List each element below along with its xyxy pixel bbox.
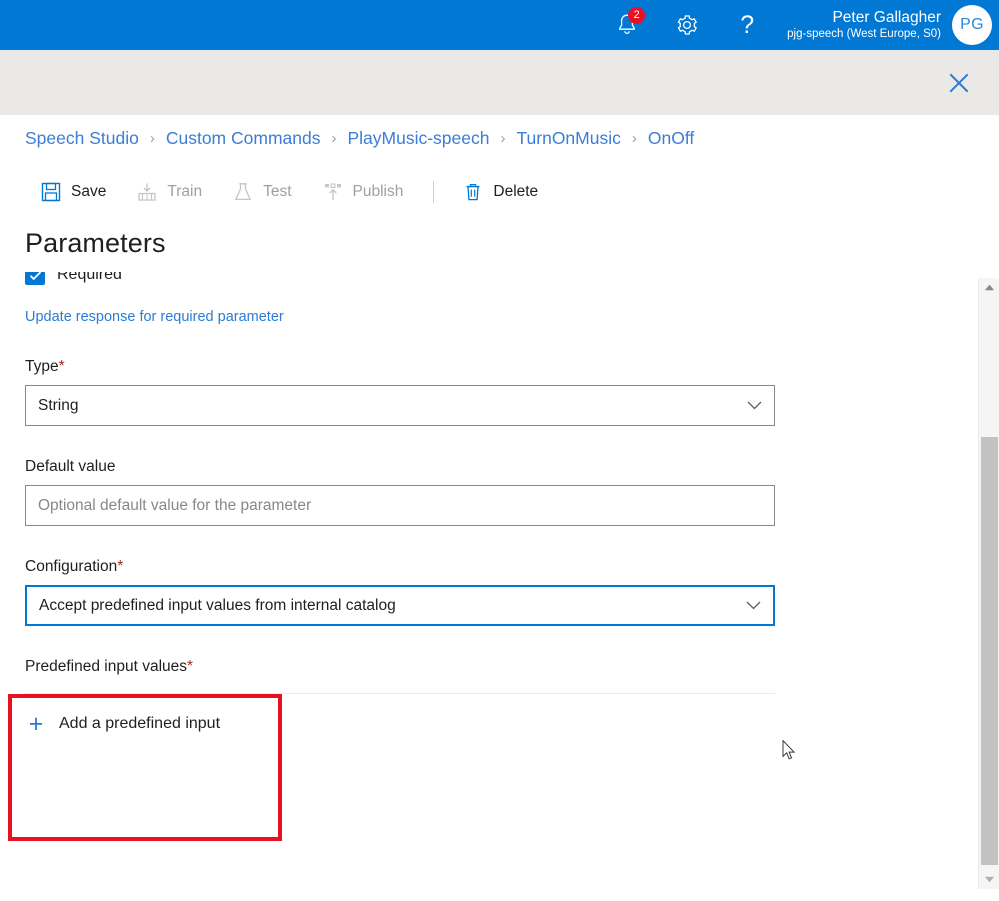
breadcrumb-item-custom-commands[interactable]: Custom Commands bbox=[166, 128, 321, 149]
test-label: Test bbox=[263, 183, 292, 200]
app-window: 2 ? Peter Gallagher pjg-speech (West Eur… bbox=[0, 0, 999, 901]
configuration-label: Configuration* bbox=[25, 558, 952, 576]
breadcrumb-separator: › bbox=[500, 130, 506, 147]
breadcrumb: Speech Studio › Custom Commands › PlayMu… bbox=[0, 115, 999, 162]
delete-button[interactable]: Delete bbox=[452, 172, 548, 212]
notifications-button[interactable]: 2 bbox=[597, 0, 657, 50]
breadcrumb-separator: › bbox=[149, 130, 155, 147]
section-divider bbox=[25, 693, 775, 694]
predefined-input-values-label: Predefined input values* bbox=[25, 658, 952, 676]
train-icon bbox=[136, 181, 158, 203]
chevron-up-icon bbox=[984, 284, 995, 291]
scrollbar-thumb[interactable] bbox=[981, 437, 998, 865]
checkmark-icon bbox=[29, 272, 41, 280]
type-label-text: Type bbox=[25, 358, 59, 375]
required-checkbox[interactable] bbox=[25, 272, 45, 285]
publish-label: Publish bbox=[352, 183, 404, 200]
page-title: Parameters bbox=[25, 228, 166, 258]
save-icon bbox=[40, 181, 62, 203]
delete-label: Delete bbox=[493, 183, 539, 200]
header-icon-group: 2 ? Peter Gallagher pjg-speech (West Eur… bbox=[597, 0, 999, 50]
type-label: Type* bbox=[25, 358, 952, 376]
chevron-down-icon bbox=[746, 401, 762, 410]
test-flask-icon bbox=[232, 181, 254, 203]
update-response-link-row: Update response for required parameter bbox=[0, 308, 977, 326]
default-value-label: Default value bbox=[25, 458, 116, 475]
train-label: Train bbox=[167, 183, 203, 200]
breadcrumb-item-turnonmusic[interactable]: TurnOnMusic bbox=[516, 128, 620, 149]
required-checkbox-label: Required bbox=[57, 272, 122, 283]
add-predefined-input-button[interactable]: + Add a predefined input bbox=[25, 707, 952, 741]
save-label: Save bbox=[71, 183, 107, 200]
scroll-up-button[interactable] bbox=[979, 278, 999, 297]
settings-button[interactable] bbox=[657, 0, 717, 50]
default-value-input[interactable]: Optional default value for the parameter bbox=[38, 497, 762, 515]
save-button[interactable]: Save bbox=[30, 172, 116, 212]
predefined-input-values-label-text: Predefined input values bbox=[25, 658, 188, 675]
configuration-required-marker: * bbox=[117, 558, 124, 575]
scroll-down-button[interactable] bbox=[979, 870, 999, 889]
default-value-field-group: Default value Optional default value for… bbox=[0, 458, 977, 526]
chevron-down-icon bbox=[984, 876, 995, 883]
configuration-label-text: Configuration bbox=[25, 558, 118, 575]
breadcrumb-separator: › bbox=[331, 130, 337, 147]
notification-badge: 2 bbox=[628, 7, 646, 24]
configuration-field-group: Configuration* Accept predefined input v… bbox=[0, 558, 977, 626]
global-header: 2 ? Peter Gallagher pjg-speech (West Eur… bbox=[0, 0, 999, 50]
help-button[interactable]: ? bbox=[717, 0, 777, 50]
breadcrumb-item-playmusic-speech[interactable]: PlayMusic-speech bbox=[347, 128, 489, 149]
vertical-scrollbar[interactable] bbox=[978, 278, 999, 889]
user-text-block: Peter Gallagher pjg-speech (West Europe,… bbox=[787, 8, 952, 42]
predefined-required-marker: * bbox=[187, 658, 194, 675]
type-dropdown[interactable]: String bbox=[25, 385, 775, 426]
toolbar-divider bbox=[433, 181, 435, 203]
command-toolbar: Save Train Test Publish Delete bbox=[0, 168, 999, 216]
chevron-down-icon bbox=[745, 601, 761, 610]
update-response-link[interactable]: Update response for required parameter bbox=[25, 309, 284, 325]
plus-icon: + bbox=[28, 709, 44, 738]
parameters-scroll-region: Required Update response for required pa… bbox=[0, 272, 977, 890]
breadcrumb-separator: › bbox=[631, 130, 637, 147]
user-subscription: pjg-speech (West Europe, S0) bbox=[787, 28, 941, 40]
breadcrumb-item-speech-studio[interactable]: Speech Studio bbox=[25, 128, 139, 149]
train-button[interactable]: Train bbox=[126, 172, 212, 212]
parameters-form: Required Update response for required pa… bbox=[0, 272, 977, 741]
type-field-group: Type* String bbox=[0, 358, 977, 426]
type-required-marker: * bbox=[58, 358, 65, 375]
publish-button[interactable]: Publish bbox=[312, 172, 414, 212]
predefined-input-values-group: Predefined input values* + Add a predefi… bbox=[0, 658, 977, 741]
mouse-cursor bbox=[782, 739, 796, 766]
configuration-dropdown-value: Accept predefined input values from inte… bbox=[39, 596, 396, 614]
add-predefined-input-label: Add a predefined input bbox=[59, 715, 221, 732]
close-button[interactable] bbox=[931, 55, 987, 111]
close-icon bbox=[949, 73, 969, 92]
help-icon: ? bbox=[740, 10, 755, 39]
avatar[interactable]: PG bbox=[952, 5, 992, 45]
user-name: Peter Gallagher bbox=[832, 9, 941, 26]
required-checkbox-row[interactable]: Required bbox=[0, 272, 977, 292]
trash-icon bbox=[462, 181, 484, 203]
gear-icon bbox=[677, 15, 698, 35]
publish-icon bbox=[322, 181, 344, 203]
test-button[interactable]: Test bbox=[222, 172, 301, 212]
user-menu[interactable]: Peter Gallagher pjg-speech (West Europe,… bbox=[787, 0, 992, 50]
breadcrumb-item-onoff[interactable]: OnOff bbox=[648, 128, 694, 149]
panel-header-bar bbox=[0, 50, 999, 115]
configuration-dropdown[interactable]: Accept predefined input values from inte… bbox=[25, 585, 775, 626]
default-value-input-wrapper[interactable]: Optional default value for the parameter bbox=[25, 485, 775, 526]
type-dropdown-value: String bbox=[38, 396, 79, 414]
